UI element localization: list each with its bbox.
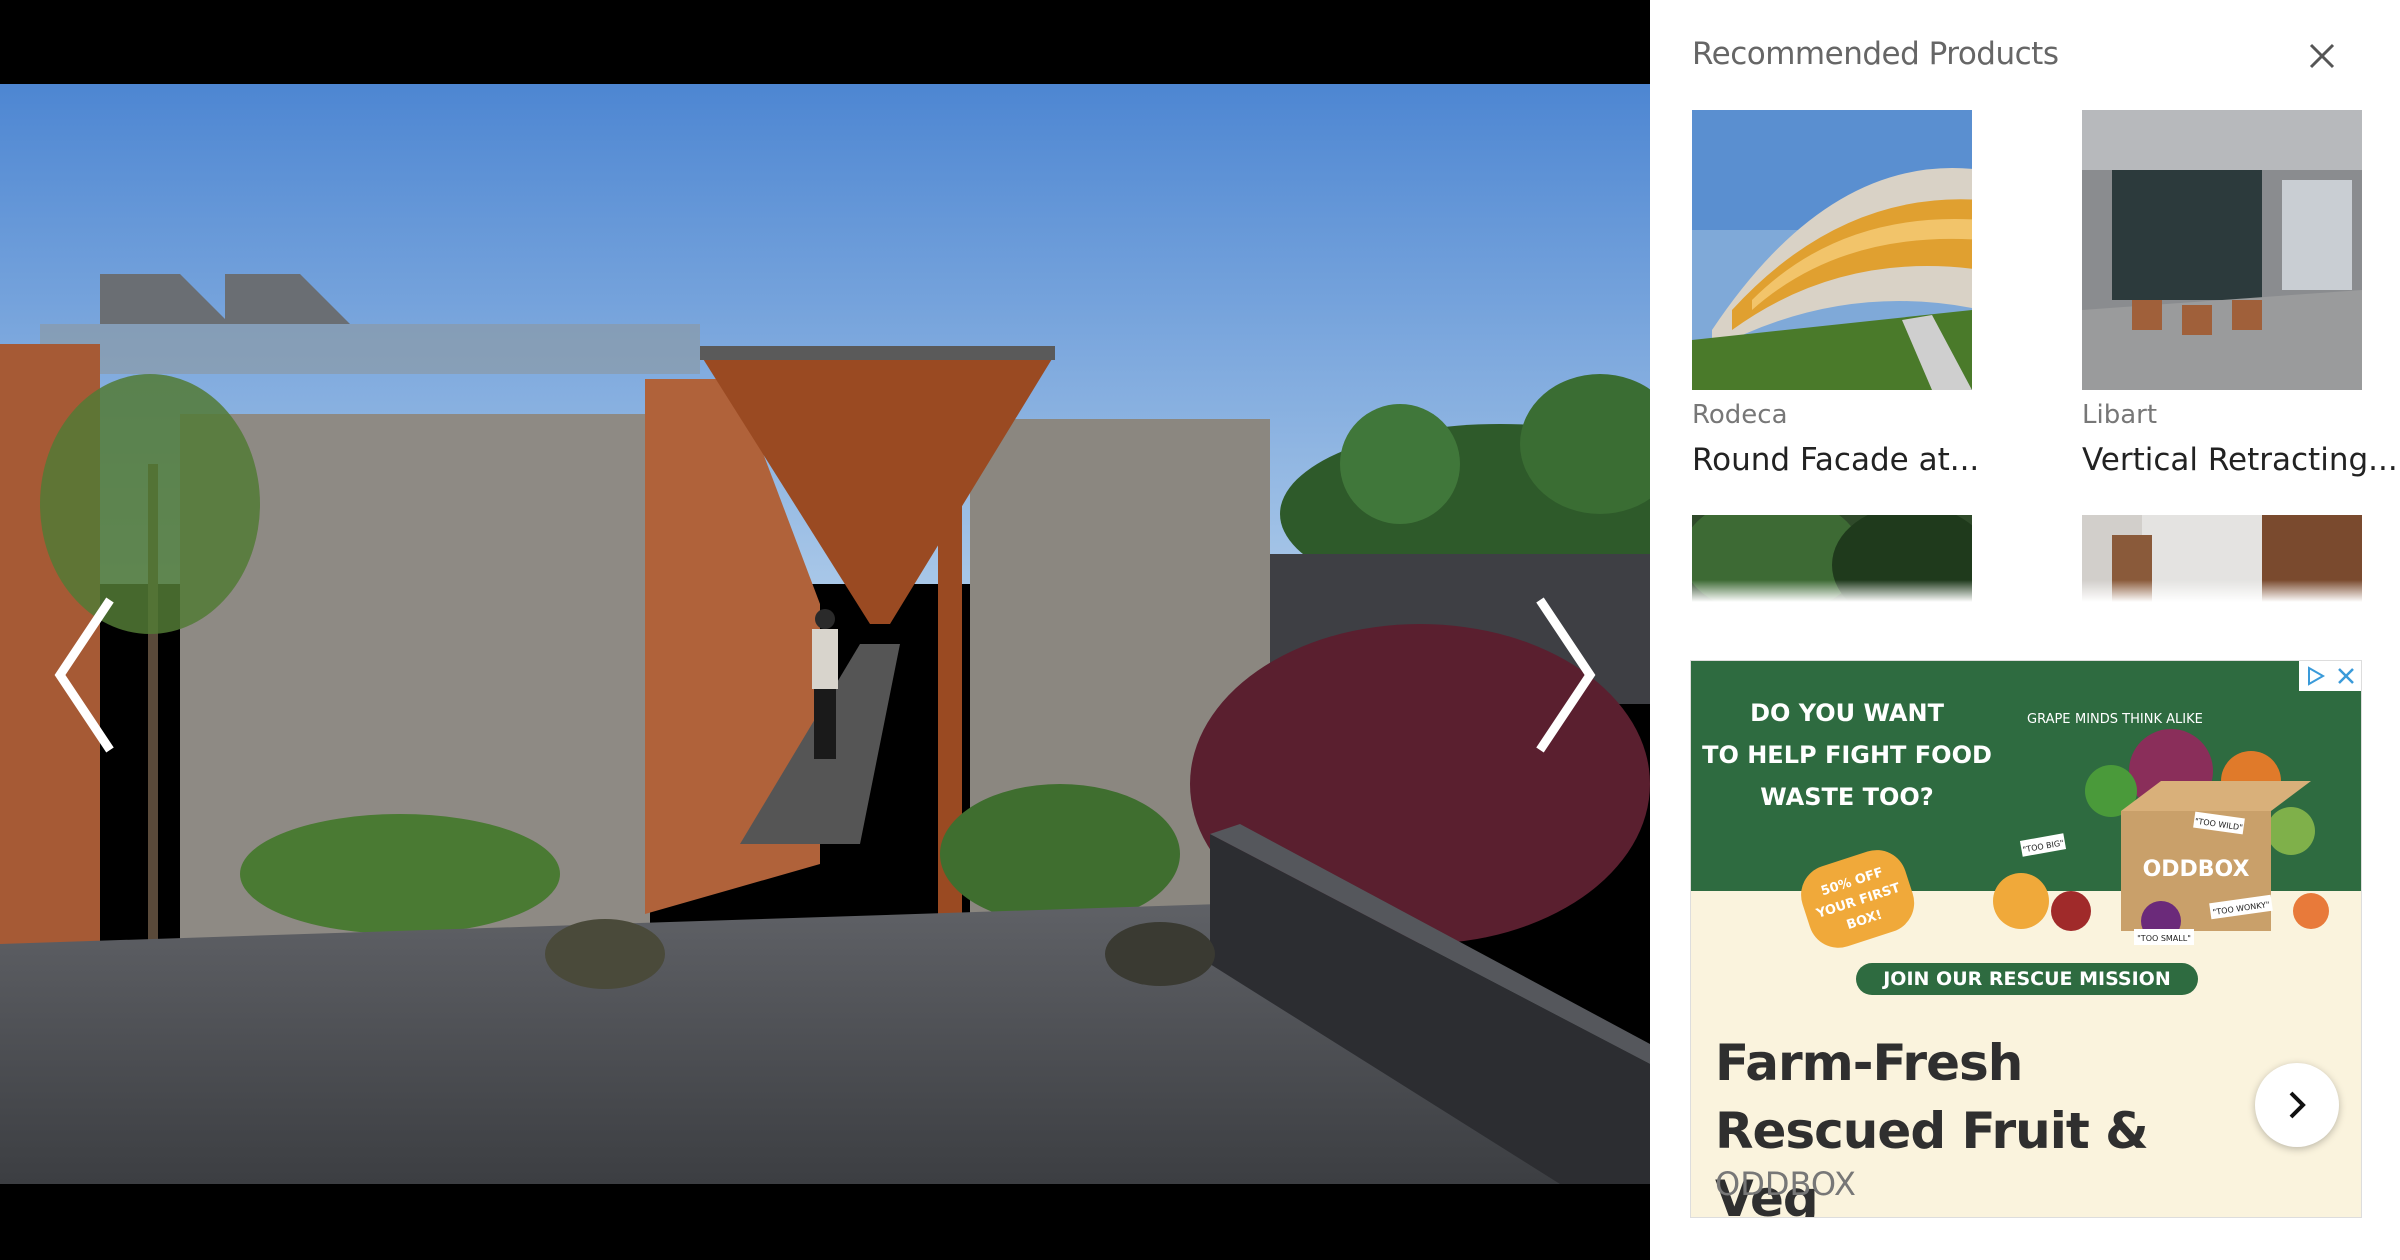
image-viewer xyxy=(0,0,1650,1260)
ad-choices[interactable] xyxy=(2299,661,2361,691)
ad-box-label: ODDBOX xyxy=(2143,857,2250,882)
product-brand: Rodeca xyxy=(1692,400,1788,430)
ad-join-button[interactable]: JOIN OUR RESCUE MISSION xyxy=(1881,968,2171,990)
product-card[interactable]: Rodeca Round Facade at... xyxy=(1692,110,1979,478)
product-card[interactable]: Libart Vertical Retracting... xyxy=(2082,110,2398,478)
ad-info-icon[interactable] xyxy=(2303,664,2327,688)
chevron-left-icon xyxy=(54,597,114,753)
previous-image-button[interactable] xyxy=(40,590,130,760)
ad-tagline-a: GRAPE xyxy=(2027,712,2071,727)
close-button[interactable] xyxy=(2302,36,2342,76)
ad-line-2: TO HELP FIGHT FOOD xyxy=(1702,741,1992,769)
ad-open-button[interactable] xyxy=(2255,1063,2339,1147)
recommended-products-panel: Recommended Products Rodeca Round Facade… xyxy=(1650,0,2400,1260)
next-image-button[interactable] xyxy=(1520,590,1610,760)
chevron-right-icon xyxy=(2289,1091,2306,1119)
scroll-fade xyxy=(1650,580,2400,602)
ad-advertiser: ODDBOX xyxy=(1715,1165,1856,1203)
ad-close-icon[interactable] xyxy=(2334,664,2358,688)
ad-line-3: WASTE TOO? xyxy=(1760,783,1933,811)
product-thumbnail[interactable] xyxy=(2082,110,2362,390)
product-name[interactable]: Vertical Retracting... xyxy=(2082,442,2398,478)
ad-tagline-b: MINDS THINK ALIKE xyxy=(2075,712,2203,727)
close-icon xyxy=(2309,43,2335,69)
product-name[interactable]: Round Facade at... xyxy=(1692,442,1979,478)
advertisement[interactable]: DO YOU WANT TO HELP FIGHT FOOD WASTE TOO… xyxy=(1690,660,2362,1218)
product-grid: Rodeca Round Facade at... Libart Vertica… xyxy=(1650,110,2400,602)
chevron-right-icon xyxy=(1536,597,1596,753)
gallery-photo xyxy=(0,84,1650,1184)
ad-banner-image[interactable]: DO YOU WANT TO HELP FIGHT FOOD WASTE TOO… xyxy=(1691,661,2362,1003)
ad-tag-too-small: "TOO SMALL" xyxy=(2137,934,2191,943)
product-brand: Libart xyxy=(2082,400,2158,430)
product-thumbnail[interactable] xyxy=(1692,110,1972,390)
panel-title: Recommended Products xyxy=(1692,36,2059,72)
ad-line-1: DO YOU WANT xyxy=(1750,699,1945,727)
